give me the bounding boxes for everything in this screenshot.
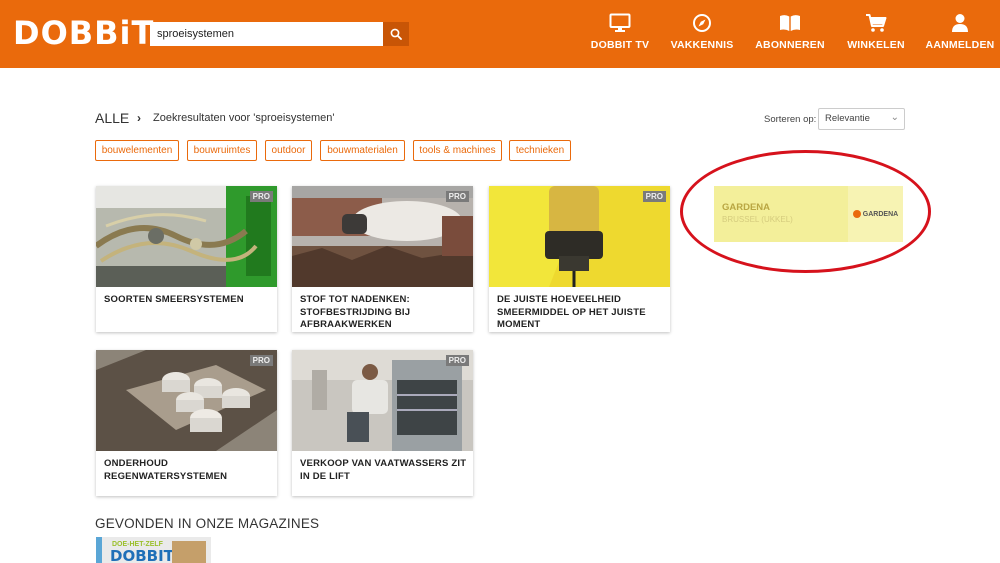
pro-badge: PRO — [445, 355, 469, 366]
compass-icon — [693, 14, 711, 32]
chevron-down-icon: ⌄ — [890, 112, 899, 123]
dobbit-logo[interactable]: DOBBiT — [13, 13, 154, 53]
filter-chip-bouwmaterialen[interactable]: bouwmaterialen — [320, 140, 405, 161]
sort-value: Relevantie — [825, 113, 870, 124]
result-card[interactable]: PRO STOF TOT NADENKEN: STOFBESTRIJDING B… — [292, 186, 473, 332]
result-card[interactable]: PRO SOORTEN SMEERSYSTEMEN — [96, 186, 277, 332]
gardena-ad[interactable]: GARDENA BRUSSEL (UKKEL) GARDENA — [714, 186, 903, 242]
nav-abonneren[interactable]: ABONNEREN — [754, 12, 826, 56]
search-bar — [150, 22, 409, 46]
magazine-cover-logo: DOBBIT — [110, 547, 175, 563]
magazines-heading: GEVONDEN IN ONZE MAGAZINES — [95, 516, 320, 531]
gardena-logo-text: GARDENA — [862, 210, 899, 218]
nav-label: DOBBIT TV — [590, 39, 650, 51]
search-input[interactable] — [150, 22, 383, 46]
card-title: SOORTEN SMEERSYSTEMEN — [104, 294, 244, 305]
nav-label: ABONNEREN — [755, 39, 825, 51]
book-icon — [780, 15, 800, 31]
card-title: VERKOOP VAN VAATWASSERS ZIT IN DE LIFT — [300, 458, 467, 482]
magazine-cover[interactable]: DOE-HET-ZELF DOBBIT — [96, 537, 211, 563]
sort-select[interactable]: Relevantie ⌄ — [818, 108, 905, 130]
nav-winkelen[interactable]: WINKELEN — [846, 12, 906, 56]
ad-location: BRUSSEL (UKKEL) — [722, 215, 793, 224]
pro-badge: PRO — [249, 191, 273, 202]
pro-badge: PRO — [445, 191, 469, 202]
filter-chip-technieken[interactable]: technieken — [509, 140, 571, 161]
search-button[interactable] — [383, 22, 409, 46]
chevron-right-icon: › — [137, 111, 141, 125]
pro-badge: PRO — [249, 355, 273, 366]
result-card[interactable]: PRO VERKOOP VAN VAATWASSERS ZIT IN DE LI… — [292, 350, 473, 496]
tv-icon — [609, 13, 631, 32]
nav-dobbit-tv[interactable]: DOBBIT TV — [588, 12, 652, 56]
filter-chip-outdoor[interactable]: outdoor — [265, 140, 312, 161]
cart-icon — [866, 14, 887, 32]
filter-chip-bouwelementen[interactable]: bouwelementen — [95, 140, 179, 161]
search-icon — [390, 28, 402, 40]
top-header: DOBBiT DOBBIT TV VAKKENNIS — [0, 0, 1000, 68]
ad-brand: GARDENA — [722, 202, 771, 213]
result-card[interactable]: PRO DE JUISTE HOEVEELHEID SMEERMIDDEL OP… — [489, 186, 670, 332]
filter-chip-tools-machines[interactable]: tools & machines — [413, 140, 502, 161]
nav-label: VAKKENNIS — [670, 39, 734, 51]
sort-label: Sorteren op: — [764, 114, 817, 125]
card-title: STOF TOT NADENKEN: STOFBESTRIJDING BIJ A… — [300, 294, 411, 330]
nav-vakkennis[interactable]: VAKKENNIS — [668, 12, 736, 56]
user-icon — [952, 14, 968, 32]
pro-badge: PRO — [642, 191, 666, 202]
nav-label: WINKELEN — [847, 39, 905, 51]
gardena-logo: GARDENA — [848, 186, 903, 242]
filter-chip-bouwruimtes[interactable]: bouwruimtes — [187, 140, 257, 161]
nav-label: AANMELDEN — [925, 39, 995, 51]
card-title: ONDERHOUD REGENWATERSYSTEMEN — [104, 458, 228, 482]
card-title: DE JUISTE HOEVEELHEID SMEERMIDDEL OP HET… — [497, 294, 646, 330]
breadcrumb-current: Zoekresultaten voor 'sproeisystemen' — [153, 112, 335, 124]
nav-aanmelden[interactable]: AANMELDEN — [924, 12, 996, 56]
gardena-logo-mark-icon — [852, 210, 861, 218]
result-card[interactable]: PRO ONDERHOUD REGENWATERSYSTEMEN — [96, 350, 277, 496]
breadcrumb-root[interactable]: ALLE — [95, 110, 129, 126]
